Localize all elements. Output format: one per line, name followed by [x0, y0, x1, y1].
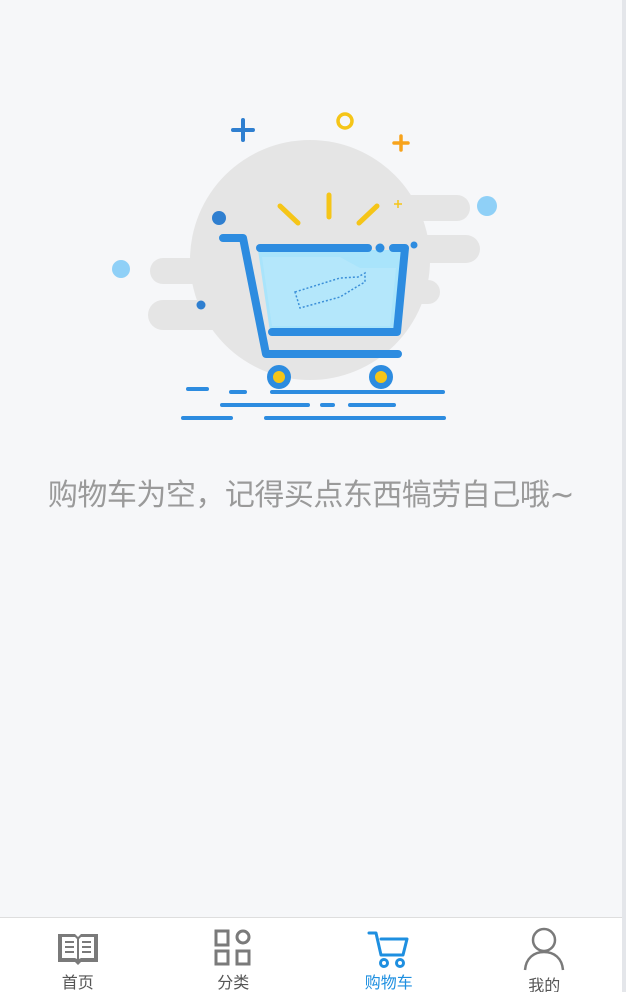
- tab-mine[interactable]: 我的: [467, 918, 623, 992]
- empty-cart-illustration: [112, 112, 497, 420]
- tab-label-category: 分类: [217, 973, 250, 992]
- tab-cart[interactable]: 购物车: [311, 918, 467, 992]
- tab-category[interactable]: 分类: [156, 918, 312, 992]
- empty-cart-message: 购物车为空，记得买点东西犒劳自己哦~: [47, 478, 575, 513]
- tab-label-cart: 购物车: [364, 973, 413, 992]
- cart-page: 购物车为空，记得买点东西犒劳自己哦~ 首页 分类 购物车 我的: [0, 0, 622, 992]
- book-icon: [55, 926, 101, 969]
- cart-icon: [366, 926, 412, 969]
- bottom-tab-bar: 首页 分类 购物车 我的: [0, 917, 622, 992]
- tab-label-mine: 我的: [528, 976, 561, 992]
- tab-label-home: 首页: [61, 973, 94, 992]
- grid-icon: [210, 926, 256, 969]
- scrollbar-track: [622, 0, 626, 992]
- user-icon: [521, 926, 567, 972]
- tab-home[interactable]: 首页: [0, 918, 156, 992]
